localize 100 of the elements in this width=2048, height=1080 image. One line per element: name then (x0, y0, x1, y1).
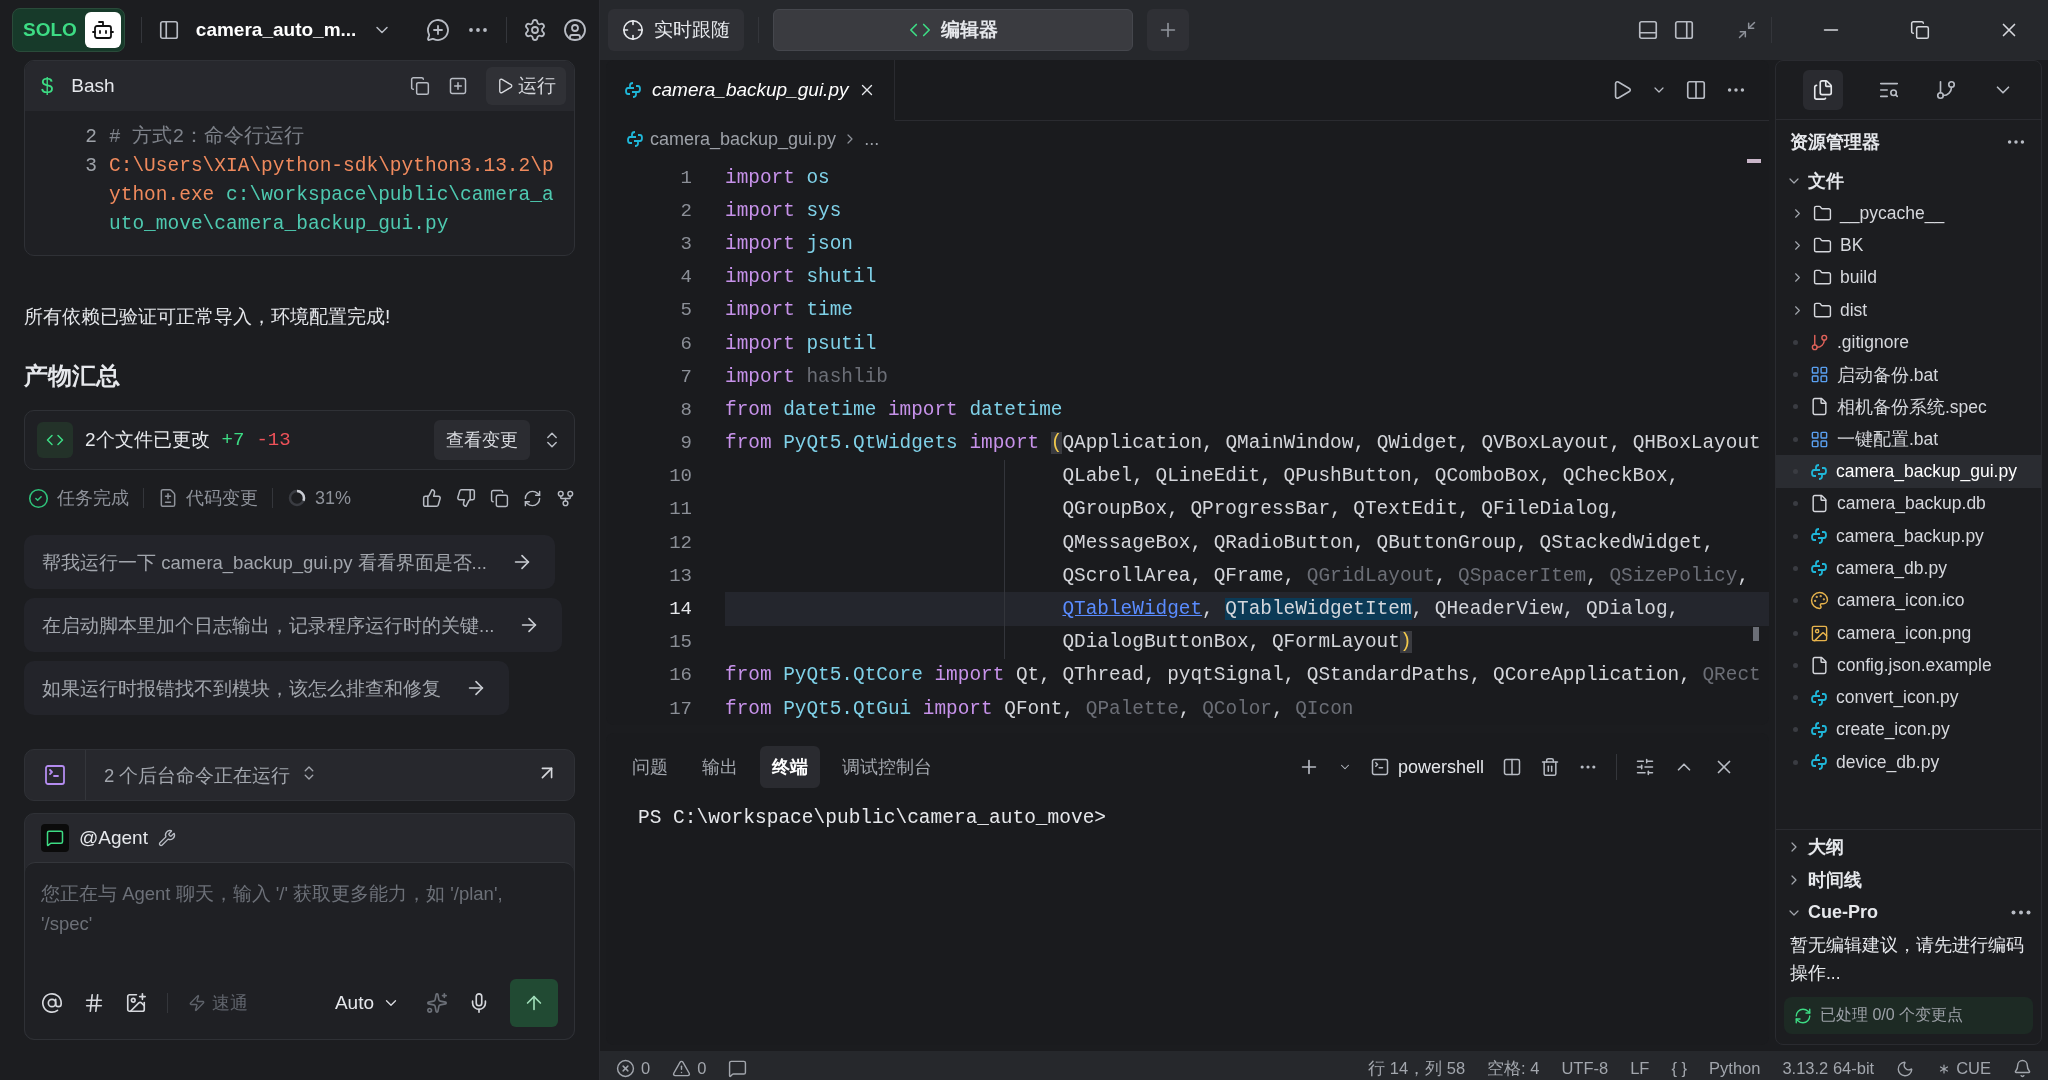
moon-icon[interactable] (1896, 1059, 1915, 1078)
tree-item[interactable]: 相机备份系统.spec (1776, 390, 2041, 424)
copy-icon[interactable] (490, 488, 509, 508)
thumbs-up-icon[interactable] (422, 488, 442, 508)
line-number: 3 (679, 232, 692, 255)
top-tab[interactable]: 实时跟随 (608, 9, 744, 51)
settings-icon[interactable] (523, 18, 547, 42)
restore-icon[interactable] (1910, 20, 1930, 40)
error-icon[interactable] (616, 1059, 635, 1079)
files-button[interactable] (1803, 70, 1844, 110)
image-icon (1810, 623, 1829, 643)
section-header[interactable]: 大纲 (1776, 830, 2041, 864)
tree-item[interactable]: camera_backup_gui.py (1776, 455, 2041, 488)
copy-icon[interactable] (410, 76, 430, 96)
cue-status[interactable]: CUE (1936, 1059, 1991, 1079)
new-chat-icon[interactable] (426, 18, 450, 42)
breadcrumb-item[interactable]: camera_backup_gui.py (650, 128, 837, 150)
hash-icon[interactable] (83, 992, 105, 1014)
tree-item[interactable]: camera_backup.py (1776, 519, 2041, 553)
chat-input[interactable]: 您正在与 Agent 聊天，输入 '/' 获取更多能力，如 '/plan', '/spec' (41, 879, 558, 979)
python-icon (1810, 559, 1828, 578)
top-tab[interactable]: 编辑器 (773, 9, 1133, 51)
bell-icon[interactable] (2013, 1059, 2032, 1079)
tree-item[interactable]: config.json.example (1776, 649, 2041, 682)
split-icon[interactable] (1502, 757, 1522, 778)
tree-item[interactable]: camera_backup.db (1776, 487, 2041, 520)
refresh-icon (1794, 1006, 1812, 1025)
agent-name: @Agent (79, 827, 148, 849)
tree-item[interactable]: device_db.py (1776, 746, 2041, 779)
tree-item[interactable]: __pycache__ (1776, 197, 2041, 230)
section-header[interactable]: Cue-Pro (1776, 896, 2041, 930)
thumbs-down-icon[interactable] (456, 488, 476, 508)
palette-icon (1810, 591, 1829, 611)
status-item[interactable]: { } (1671, 1059, 1688, 1079)
branch-icon[interactable] (556, 488, 575, 508)
tools-icon[interactable] (157, 829, 176, 847)
section-header[interactable]: 时间线 (1776, 863, 2041, 897)
shell-select[interactable]: powershell (1369, 756, 1484, 778)
account-icon[interactable] (563, 18, 587, 42)
background-commands[interactable]: 2 个后台命令正在运行 (104, 762, 291, 788)
panel-tab[interactable]: 调试控制台 (830, 746, 944, 789)
split-icon[interactable] (1685, 79, 1707, 101)
tree-item[interactable]: camera_icon.png (1776, 616, 2041, 650)
sliders-icon[interactable] (1635, 757, 1655, 778)
refresh-icon[interactable] (523, 488, 542, 508)
status-item[interactable]: 空格: 4 (1487, 1057, 1540, 1080)
tree-item[interactable]: camera_icon.ico (1776, 584, 2041, 617)
sidebar-toggle-icon[interactable] (157, 19, 180, 41)
tree-item[interactable]: dist (1776, 293, 2041, 327)
line-number: 2 (679, 199, 692, 222)
insert-icon[interactable] (448, 76, 468, 96)
run-button[interactable]: 运行 (486, 67, 566, 105)
code-line: from PyQt5.QtCore import Qt, QThread, pyqtSignal, QStandardPaths, QCoreApplication, QRect (725, 663, 1762, 689)
add-tab-button[interactable] (1147, 9, 1189, 51)
panel-tab[interactable]: 输出 (690, 746, 750, 789)
tree-item[interactable]: camera_db.py (1776, 552, 2041, 585)
status-item[interactable]: 行 14，列 58 (1368, 1057, 1466, 1080)
status-item[interactable]: 3.13.2 64-bit (1782, 1059, 1875, 1079)
tree-item[interactable]: create_icon.py (1776, 713, 2041, 747)
file-tab[interactable]: camera_backup_gui.py (606, 60, 896, 121)
tree-item[interactable]: .gitignore (1776, 326, 2041, 359)
warning-icon[interactable] (672, 1059, 692, 1079)
suggestion-chip[interactable]: 如果运行时报错找不到模块，该怎么排查和修复 (24, 661, 509, 715)
breadcrumb-item[interactable]: ... (864, 128, 880, 150)
tree-item[interactable]: BK (1776, 229, 2041, 262)
code-line: import shutil (725, 265, 878, 291)
line-number: 16 (668, 664, 692, 687)
panel-bottom-icon[interactable] (1637, 19, 1659, 41)
tree-item[interactable]: 启动备份.bat (1776, 358, 2041, 391)
info-message: 暂无编辑建议，请先进行编码操作... (1790, 934, 2025, 986)
mention-icon[interactable] (41, 992, 63, 1014)
panel-right-icon[interactable] (1673, 19, 1695, 41)
section-header[interactable]: 文件 (1776, 164, 2041, 197)
status-item[interactable]: LF (1630, 1059, 1650, 1079)
trash-icon[interactable] (1540, 757, 1560, 778)
agent-logo (41, 824, 69, 852)
chat-icon[interactable] (728, 1059, 748, 1079)
tree-item[interactable]: build (1776, 261, 2041, 294)
model-select[interactable]: Auto (328, 991, 406, 1015)
more-icon[interactable] (2011, 910, 2031, 916)
terminal-prompt: PS C:\workspace\public\camera_auto_move> (637, 806, 1108, 832)
panel-tab[interactable]: 问题 (620, 746, 680, 789)
branch-icon[interactable] (1934, 79, 1957, 101)
collapse-icon[interactable] (1737, 20, 1757, 40)
folder-icon (1813, 235, 1832, 255)
view-changes-button[interactable]: 查看变更 (434, 420, 530, 460)
panel-tab[interactable]: 终端 (760, 746, 820, 789)
python-icon (1810, 720, 1828, 739)
status-item[interactable]: Python (1709, 1059, 1761, 1079)
suggestion-chip[interactable]: 帮我运行一下 camera_backup_gui.py 看看界面是否... (24, 535, 555, 589)
line-number: 8 (679, 398, 692, 421)
send-button[interactable] (510, 979, 558, 1027)
tree-item[interactable]: convert_icon.py (1776, 681, 2041, 714)
status-item[interactable]: UTF-8 (1561, 1059, 1609, 1079)
sparkle-icon[interactable] (426, 992, 448, 1014)
tree-item[interactable]: 一键配置.bat (1776, 423, 2041, 456)
robot-icon (90, 18, 115, 42)
suggestion-chip[interactable]: 在启动脚本里加个日志输出，记录程序运行时的关键... (24, 598, 563, 652)
image-icon[interactable] (125, 992, 147, 1014)
project-name[interactable]: camera_auto_m... (195, 19, 357, 41)
